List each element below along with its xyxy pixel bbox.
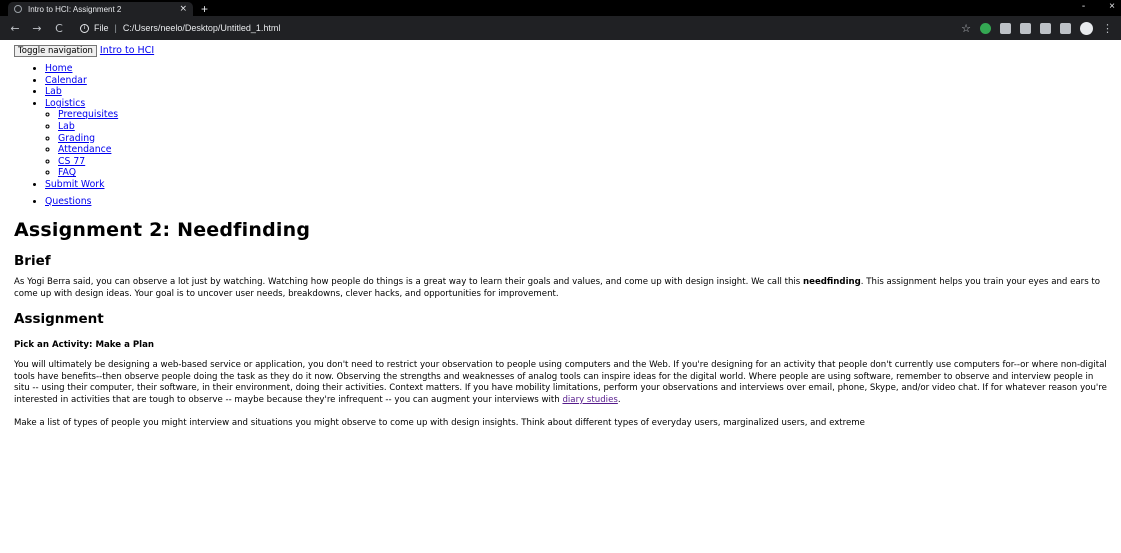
list-paragraph: Make a list of types of people you might… <box>14 418 865 429</box>
sub-link-prerequisites[interactable]: Prerequisites <box>58 109 118 120</box>
brief-paragraph: As Yogi Berra said, you can observe a lo… <box>14 277 1107 300</box>
nav-item-logistics: Logistics Prerequisites Lab Grading Atte… <box>45 98 1107 179</box>
browser-tab-strip: Intro to HCI: Assignment 2 × + - × <box>0 0 1121 16</box>
top-navigation: Toggle navigation Intro to HCI <box>14 44 1107 58</box>
info-icon[interactable]: i <box>80 23 89 33</box>
window-controls: - × <box>1082 1 1115 12</box>
nav-link-calendar[interactable]: Calendar <box>45 75 87 86</box>
assignment-heading: Assignment <box>14 311 104 328</box>
playlist-icon[interactable] <box>1060 22 1071 34</box>
brief-heading: Brief <box>14 253 51 270</box>
page-content: Toggle navigation Intro to HCI Home Cale… <box>0 40 1121 430</box>
activity-paragraph: You will ultimately be designing a web-b… <box>14 360 1107 406</box>
new-tab-button[interactable]: + <box>201 2 208 16</box>
nav-item-home: Home <box>45 63 1107 75</box>
nav-item-lab: Lab <box>45 86 1107 98</box>
nav-link-lab[interactable]: Lab <box>45 86 62 97</box>
browser-toolbar: ← → C i File | C:/Users/neelo/Desktop/Un… <box>0 16 1121 40</box>
sub-link-cs77[interactable]: CS 77 <box>58 156 85 167</box>
extension-icon[interactable] <box>1000 22 1011 34</box>
address-text[interactable]: C:/Users/neelo/Desktop/Untitled_1.html <box>123 23 281 33</box>
diary-studies-link[interactable]: diary studies <box>562 395 617 405</box>
tab-title: Intro to HCI: Assignment 2 <box>28 4 122 14</box>
sub-link-lab[interactable]: Lab <box>58 121 75 132</box>
reload-button[interactable]: C <box>52 22 66 35</box>
nav-link-logistics[interactable]: Logistics <box>45 98 85 109</box>
main-nav-list: Home Calendar Lab Logistics Prerequisite… <box>45 63 1107 191</box>
activity-text-end: . <box>617 394 621 405</box>
sub-item-grading: Grading <box>58 133 1107 145</box>
nav-link-home[interactable]: Home <box>45 63 72 74</box>
tab-close-icon[interactable]: × <box>179 4 187 14</box>
profile-avatar-icon[interactable] <box>1080 21 1093 35</box>
menu-icon[interactable]: ⋮ <box>1102 23 1113 34</box>
activity-text: You will ultimately be designing a web-b… <box>14 359 1107 405</box>
sub-item-faq: FAQ <box>58 167 1107 179</box>
address-separator: | <box>114 23 117 33</box>
bookmark-star-icon[interactable]: ☆ <box>961 23 971 34</box>
puzzle-extension-icon[interactable] <box>1040 22 1051 34</box>
extension-area: ☆ ⋮ <box>961 21 1113 35</box>
sub-item-cs77: CS 77 <box>58 156 1107 168</box>
sub-item-lab: Lab <box>58 121 1107 133</box>
brief-bold-term: needfinding <box>803 277 861 288</box>
nav-link-submit-work[interactable]: Submit Work <box>45 179 104 190</box>
minimize-icon[interactable]: - <box>1082 1 1085 12</box>
sub-item-prerequisites: Prerequisites <box>58 109 1107 121</box>
sub-link-faq[interactable]: FAQ <box>58 167 76 178</box>
nav-link-questions[interactable]: Questions <box>45 196 91 207</box>
brand-link[interactable]: Intro to HCI <box>100 45 154 57</box>
brief-text-start: As Yogi Berra said, you can observe a lo… <box>14 277 803 288</box>
browser-tab[interactable]: Intro to HCI: Assignment 2 × <box>8 2 193 16</box>
grammarly-extension-icon[interactable] <box>980 22 991 34</box>
nav-item-calendar: Calendar <box>45 75 1107 87</box>
secondary-nav-list: Questions <box>45 196 1107 208</box>
page-title: Assignment 2: Needfinding <box>14 219 311 242</box>
sub-link-attendance[interactable]: Attendance <box>58 144 111 155</box>
nav-item-questions: Questions <box>45 196 1107 208</box>
forward-button[interactable]: → <box>30 22 44 35</box>
sub-link-grading[interactable]: Grading <box>58 133 95 144</box>
logistics-sub-list: Prerequisites Lab Grading Attendance CS … <box>58 109 1107 179</box>
extension-icon[interactable] <box>1020 22 1031 34</box>
sub-item-attendance: Attendance <box>58 144 1107 156</box>
toggle-navigation-button[interactable]: Toggle navigation <box>14 45 97 57</box>
close-window-icon[interactable]: × <box>1109 1 1115 12</box>
activity-subheading: Pick an Activity: Make a Plan <box>14 340 155 351</box>
nav-item-submit-work: Submit Work <box>45 179 1107 191</box>
address-bar[interactable]: i File | C:/Users/neelo/Desktop/Untitled… <box>74 19 952 37</box>
back-button[interactable]: ← <box>8 22 22 35</box>
page-favicon-icon <box>14 5 22 13</box>
address-prefix: File <box>94 23 109 33</box>
